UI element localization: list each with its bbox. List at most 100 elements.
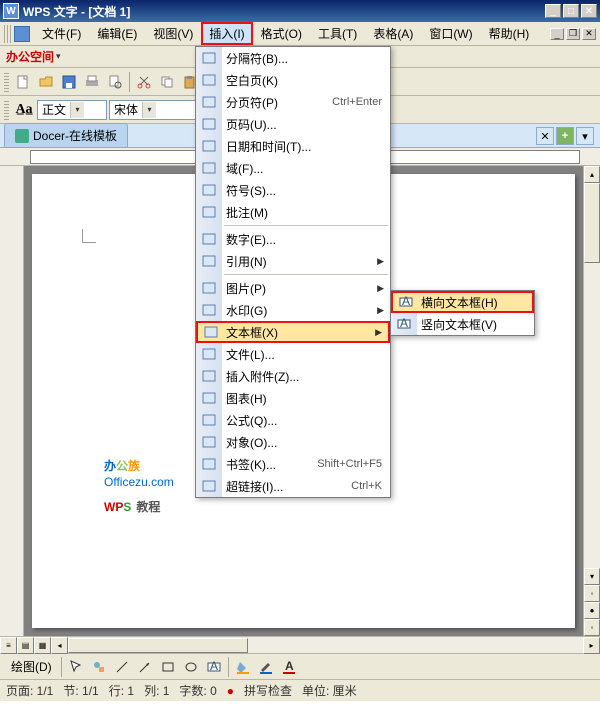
line-color-button[interactable]: [255, 656, 277, 678]
vertical-scrollbar[interactable]: ▴ ▾ ◦ ● ◦: [583, 166, 600, 636]
view-outline-button[interactable]: ▤: [17, 637, 34, 654]
doc-close-button[interactable]: ✕: [582, 28, 596, 40]
open-button[interactable]: [35, 71, 57, 93]
menu-shortcut: Shift+Ctrl+F5: [317, 458, 382, 470]
menu-item-comment[interactable]: 批注(M): [196, 201, 390, 223]
menu-item-reference[interactable]: 引用(N)▶: [196, 250, 390, 272]
menu-item-field[interactable]: 域(F)...: [196, 157, 390, 179]
font-color-button[interactable]: A: [278, 656, 300, 678]
workspace-label[interactable]: 办公空间: [6, 48, 54, 65]
menu-item-textbox[interactable]: 文本框(X)▶: [196, 321, 390, 343]
oval-button[interactable]: [180, 656, 202, 678]
horizontal-scrollbar[interactable]: ≡ ▤ ▦ ◂ ▸: [0, 636, 600, 653]
drawing-menu[interactable]: 绘图(D): [5, 658, 58, 675]
style-combo[interactable]: 正文 ▾: [37, 100, 107, 120]
object-icon: [200, 433, 218, 451]
print-preview-button[interactable]: [104, 71, 126, 93]
menu-help[interactable]: 帮助(H): [481, 22, 538, 45]
sep-icon: [200, 49, 218, 67]
textbox-button[interactable]: A: [203, 656, 225, 678]
menu-item-label: 图表(H): [226, 390, 390, 407]
menu-item-picture[interactable]: 图片(P)▶: [196, 277, 390, 299]
chevron-down-icon[interactable]: ▾: [56, 51, 61, 62]
maximize-button[interactable]: □: [563, 4, 579, 18]
save-button[interactable]: [58, 71, 80, 93]
fill-color-button[interactable]: [232, 656, 254, 678]
arrow-button[interactable]: [134, 656, 156, 678]
line-button[interactable]: [111, 656, 133, 678]
font-combo[interactable]: 宋体 ▾: [109, 100, 199, 120]
menu-item-watermark[interactable]: 水印(G)▶: [196, 299, 390, 321]
status-spell[interactable]: 拼写检查: [244, 682, 292, 699]
close-button[interactable]: ✕: [581, 4, 597, 18]
menu-item-number[interactable]: 数字(E)...: [196, 228, 390, 250]
menu-item-chart[interactable]: 图表(H): [196, 387, 390, 409]
submenu-item-textbox-v[interactable]: A竖向文本框(V): [391, 313, 534, 335]
vertical-ruler[interactable]: [0, 166, 24, 636]
rectangle-button[interactable]: [157, 656, 179, 678]
menu-item-sep[interactable]: 分隔符(B)...: [196, 47, 390, 69]
menu-file[interactable]: 文件(F): [34, 22, 89, 45]
select-button[interactable]: [65, 656, 87, 678]
tab-menu-button[interactable]: ▾: [576, 127, 594, 145]
menu-window[interactable]: 窗口(W): [421, 22, 480, 45]
scroll-up-button[interactable]: ▴: [584, 166, 600, 183]
menu-item-blank[interactable]: 空白页(K): [196, 69, 390, 91]
menu-item-hyperlink[interactable]: 超链接(I)...Ctrl+K: [196, 475, 390, 497]
doc-minimize-button[interactable]: _: [550, 28, 564, 40]
scroll-left-button[interactable]: ◂: [51, 637, 68, 654]
menu-item-datetime[interactable]: 日期和时间(T)...: [196, 135, 390, 157]
prev-page-button[interactable]: ◦: [584, 585, 600, 602]
format-style-button[interactable]: A̲a̲: [13, 99, 35, 121]
menu-item-label: 批注(M): [226, 204, 390, 221]
formula-icon: [200, 411, 218, 429]
menu-item-pagebreak[interactable]: 分页符(P)Ctrl+Enter: [196, 91, 390, 113]
menu-edit[interactable]: 编辑(E): [89, 22, 145, 45]
window-controls: _ □ ✕: [545, 4, 597, 18]
menu-item-formula[interactable]: 公式(Q)...: [196, 409, 390, 431]
tab-docer-template[interactable]: Docer-在线模板: [4, 123, 128, 147]
cut-button[interactable]: [133, 71, 155, 93]
drawing-toolbar: 绘图(D) A A: [0, 653, 600, 679]
menu-item-file[interactable]: 文件(L)...: [196, 343, 390, 365]
scroll-track[interactable]: [584, 183, 600, 568]
browse-object-button[interactable]: ●: [584, 602, 600, 619]
menu-view[interactable]: 视图(V): [145, 22, 201, 45]
status-unit[interactable]: 单位: 厘米: [302, 682, 357, 699]
chevron-down-icon[interactable]: ▾: [142, 102, 156, 118]
tab-close-button[interactable]: ✕: [536, 127, 554, 145]
new-doc-button[interactable]: [12, 71, 34, 93]
menu-item-pagenum[interactable]: 页码(U)...: [196, 113, 390, 135]
menu-item-bookmark[interactable]: 书签(K)...Shift+Ctrl+F5: [196, 453, 390, 475]
menu-tools[interactable]: 工具(T): [310, 22, 365, 45]
submenu-item-textbox-h[interactable]: A横向文本框(H): [391, 291, 534, 313]
scroll-down-button[interactable]: ▾: [584, 568, 600, 585]
print-button[interactable]: [81, 71, 103, 93]
menu-table[interactable]: 表格(A): [365, 22, 421, 45]
view-normal-button[interactable]: ≡: [0, 637, 17, 654]
next-page-button[interactable]: ◦: [584, 619, 600, 636]
grip-icon: [4, 72, 9, 92]
submenu-item-label: 竖向文本框(V): [421, 316, 534, 333]
menu-item-attachment[interactable]: 插入附件(Z)...: [196, 365, 390, 387]
menu-item-object[interactable]: 对象(O)...: [196, 431, 390, 453]
chevron-down-icon[interactable]: ▾: [70, 102, 84, 118]
copy-button[interactable]: [156, 71, 178, 93]
svg-text:A: A: [285, 659, 294, 673]
menu-item-symbol[interactable]: 符号(S)...: [196, 179, 390, 201]
scroll-thumb-h[interactable]: [68, 638, 248, 653]
chevron-right-icon: ▶: [377, 283, 384, 294]
menu-insert[interactable]: 插入(I): [201, 22, 252, 45]
autoshapes-button[interactable]: [88, 656, 110, 678]
scroll-thumb[interactable]: [584, 183, 600, 263]
window-title: WPS 文字 - [文档 1]: [23, 3, 545, 20]
app-icon-small: [14, 26, 30, 42]
view-page-button[interactable]: ▦: [34, 637, 51, 654]
scroll-track-h[interactable]: [68, 637, 583, 653]
minimize-button[interactable]: _: [545, 4, 561, 18]
doc-restore-button[interactable]: ❐: [566, 28, 580, 40]
tab-add-button[interactable]: +: [556, 127, 574, 145]
scroll-right-button[interactable]: ▸: [583, 637, 600, 654]
menu-format[interactable]: 格式(O): [253, 22, 310, 45]
textbox-h-icon: A: [397, 293, 415, 311]
